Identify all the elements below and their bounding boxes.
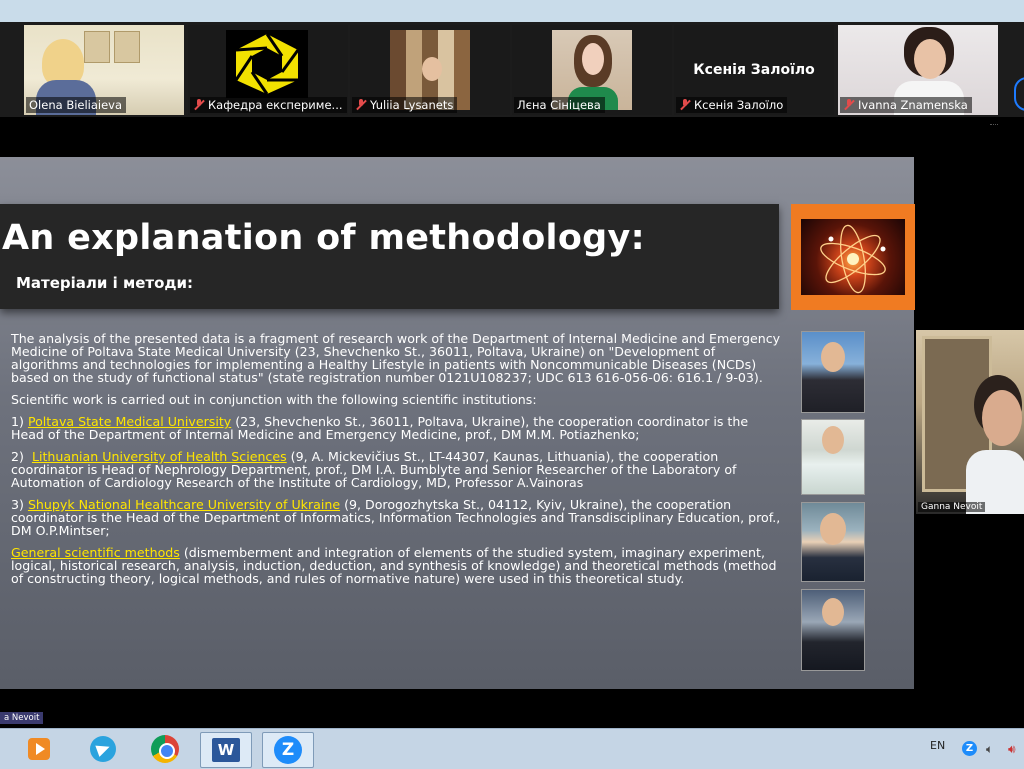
participant-name: Ivanna Znamenska [840, 97, 972, 113]
slide-subtitle: Матеріали і методи: [16, 274, 194, 292]
participant-tile-0[interactable]: Olena Bieliaieva [24, 25, 184, 115]
zoom-taskbar-button[interactable]: Z [262, 732, 314, 768]
participant-strip: Olena Bieliaieva Кафедра експериме... Yu… [0, 22, 1024, 117]
participant-tile-3[interactable]: Лєна Сініцева [512, 25, 672, 115]
participant-name-text: Yuliia Lysanets [370, 98, 454, 112]
mic-muted-icon [193, 99, 205, 110]
participant-name-text: Ксенія Залоїло [694, 98, 784, 112]
mic-muted-icon [355, 99, 367, 110]
atom-image [801, 219, 905, 295]
portrait-photo-3 [801, 502, 865, 582]
avatar [422, 57, 442, 81]
slide-title: An explanation of methodology: [2, 218, 645, 258]
active-speaker-video[interactable]: Ganna Nevoit [916, 330, 1024, 514]
windows-taskbar: W Z [0, 728, 1024, 769]
volume-icon[interactable]: 🔊︎ [1008, 742, 1022, 756]
slide-title-bar: An explanation of methodology: Матеріали… [0, 204, 779, 309]
portrait-face [822, 426, 844, 454]
slide-item-4: General scientific methods (dismembermen… [11, 546, 781, 585]
aperture-logo-icon [226, 30, 308, 98]
participant-tile-5[interactable]: Ivanna Znamenska [838, 25, 998, 115]
participant-display-name: Ксенія Залоїло [693, 62, 815, 78]
participant-name: Ксенія Залоїло [676, 97, 788, 113]
participant-name: Yuliia Lysanets [352, 97, 458, 113]
word-icon: W [212, 738, 240, 762]
avatar [982, 390, 1022, 446]
mic-muted-icon [679, 99, 691, 110]
portrait-face [821, 342, 845, 372]
participant-name: Olena Bieliaieva [26, 97, 127, 113]
participant-name: Ganna Nevoit [918, 502, 986, 512]
zoom-icon: Z [274, 736, 302, 764]
language-indicator[interactable]: EN [930, 739, 945, 752]
slide-intro: The analysis of the presented data is a … [11, 331, 781, 385]
participant-tile-4[interactable]: Ксенія Залоїло Ксенія Залоїло [674, 25, 834, 115]
participant-name-text: Ivanna Znamenska [858, 98, 968, 112]
speaker-icon[interactable]: 🔈︎ [986, 742, 1000, 756]
avatar [582, 43, 604, 75]
portrait-photo-2 [801, 419, 865, 495]
shared-slide: An explanation of methodology: Матеріали… [0, 157, 915, 689]
participant-name-text: Кафедра експериме... [208, 98, 343, 112]
participant-tile-2[interactable]: Yuliia Lysanets [350, 25, 510, 115]
chrome-icon [151, 735, 179, 763]
wall-certificate [84, 31, 110, 63]
slide-body: The analysis of the presented data is a … [11, 332, 781, 594]
media-player-icon [28, 738, 50, 760]
media-player-taskbar-button[interactable] [14, 732, 64, 766]
avatar [914, 39, 946, 79]
divider [990, 124, 998, 128]
participant-name: Лєна Сініцева [514, 97, 605, 113]
participant-name: Кафедра експериме... [190, 97, 347, 113]
portrait-photo-1 [801, 331, 865, 413]
next-page-button[interactable] [1014, 77, 1024, 111]
telegram-taskbar-button[interactable] [78, 732, 128, 766]
window-top-bar [0, 0, 1024, 22]
cropped-speaker-label: a Nevoit [0, 712, 44, 724]
participant-tile-1[interactable]: Кафедра експериме... [188, 25, 348, 115]
slide-item-1: 1) Poltava State Medical University (23,… [11, 415, 781, 441]
zoom-tray-icon[interactable]: Z [962, 741, 977, 756]
telegram-icon [90, 736, 116, 762]
atom-icon [820, 224, 886, 294]
portrait-photo-4 [801, 589, 865, 671]
slide-orange-frame [791, 204, 915, 310]
slide-item-3: 3) Shupyk National Healthcare University… [11, 498, 781, 537]
mic-muted-icon [843, 99, 855, 110]
chrome-taskbar-button[interactable] [140, 732, 190, 766]
portrait-face [822, 598, 844, 626]
portrait-face [820, 513, 846, 545]
wall-certificate [114, 31, 140, 63]
slide-item-2: 2) Lithuanian University of Health Scien… [11, 450, 781, 489]
slide-conjunction: Scientific work is carried out in conjun… [11, 392, 537, 407]
word-taskbar-button[interactable]: W [200, 732, 252, 768]
